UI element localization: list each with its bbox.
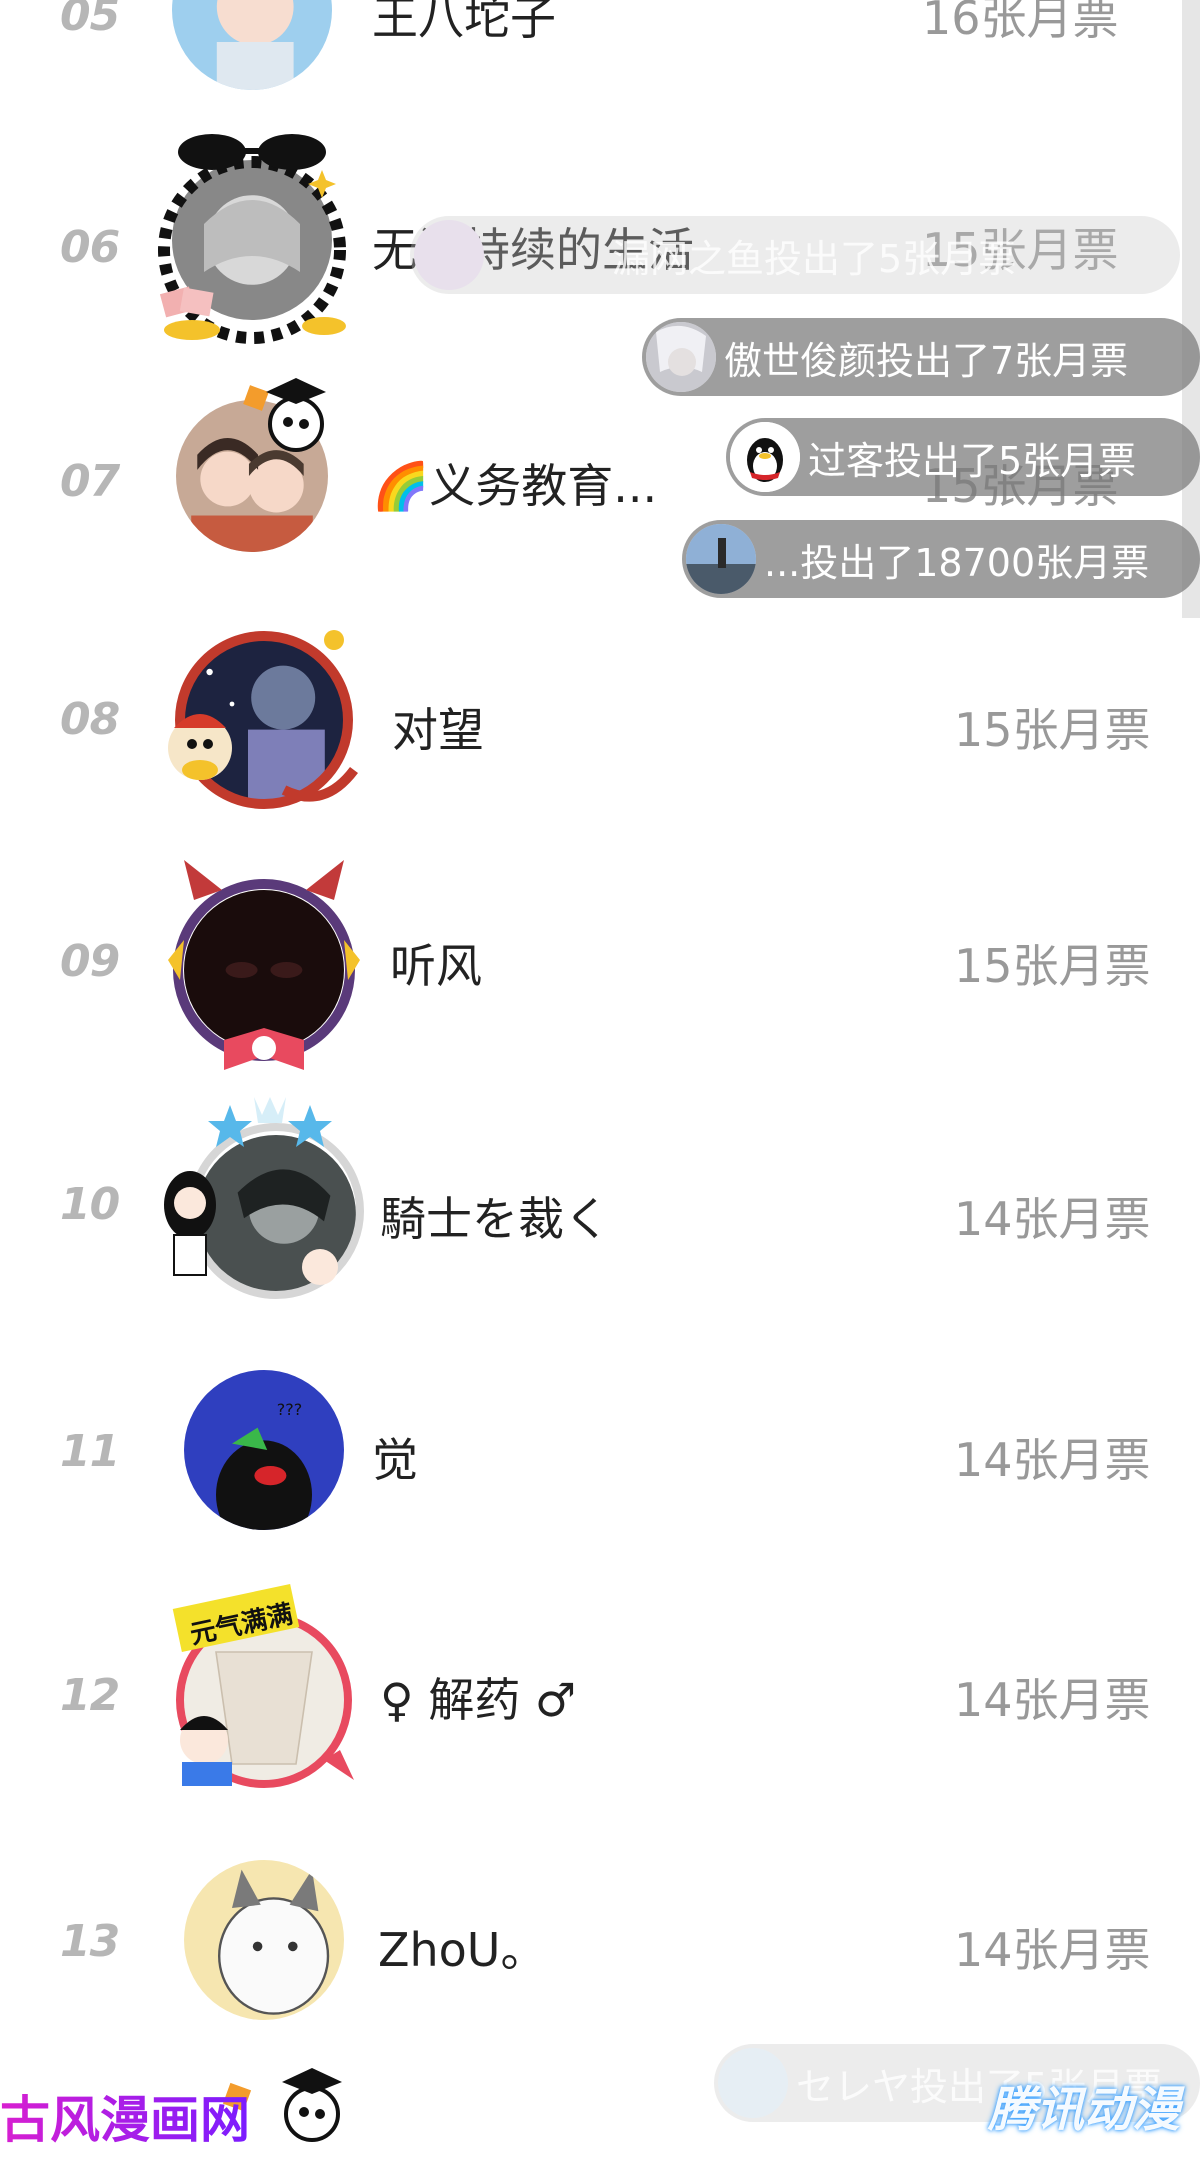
- avatar[interactable]: [172, 160, 332, 320]
- avatar[interactable]: [184, 1620, 344, 1780]
- rank-number: 13: [60, 1916, 120, 1967]
- watermark-gufeng: 古风漫画网: [0, 2080, 250, 2152]
- rank-number: 12: [60, 1670, 120, 1721]
- bubble-avatar: [718, 2048, 788, 2118]
- user-name[interactable]: 🌈义务教育...: [372, 450, 657, 516]
- bubble-avatar: [646, 322, 716, 392]
- avatar[interactable]: [176, 400, 328, 552]
- rank-number: 11: [60, 1426, 120, 1477]
- vote-count: 16张月票: [922, 0, 1119, 45]
- qq-penguin-icon: [730, 422, 800, 492]
- rank-number: 10: [60, 1179, 120, 1230]
- vote-count: 14张月票: [954, 1433, 1151, 1487]
- bubble-avatar: [686, 524, 756, 594]
- rank-number: 09: [60, 936, 120, 987]
- rank-number: 07: [60, 456, 120, 507]
- user-name[interactable]: ZhoU。: [378, 1914, 546, 1980]
- avatar[interactable]: [184, 890, 344, 1050]
- vote-count: 14张月票: [954, 1923, 1151, 1977]
- vote-count: 15张月票: [954, 703, 1151, 757]
- avatar[interactable]: ???: [184, 1370, 344, 1530]
- user-name[interactable]: 觉: [372, 1424, 418, 1490]
- avatar[interactable]: [184, 640, 344, 800]
- bubble-text: 漏网之鱼投出了5张月票: [612, 236, 1017, 281]
- vote-bubble: 过客投出了5张月票: [726, 418, 1200, 496]
- bubble-avatar: [414, 220, 484, 290]
- vote-count: 14张月票: [954, 1192, 1151, 1246]
- user-name[interactable]: ♀ 解药 ♂: [380, 1664, 576, 1730]
- rank-number: 06: [60, 222, 120, 273]
- scrollbar[interactable]: [1182, 0, 1200, 618]
- rank-number: 05: [60, 0, 120, 41]
- avatar[interactable]: [184, 1860, 344, 2020]
- avatar[interactable]: [196, 1135, 356, 1295]
- bubble-text: 过客投出了5张月票: [808, 438, 1137, 483]
- vote-count: 14张月票: [954, 1673, 1151, 1727]
- watermark-tencent: 腾讯动漫: [988, 2082, 1181, 2138]
- rank-number: 08: [60, 694, 120, 745]
- vote-bubble: ...投出了18700张月票: [682, 520, 1200, 598]
- vote-count: 15张月票: [954, 939, 1151, 993]
- vote-bubble: 漏网之鱼投出了5张月票: [410, 216, 1180, 294]
- bubble-text: ...投出了18700张月票: [764, 540, 1150, 585]
- bubble-text: 傲世俊颜投出了7张月票: [724, 338, 1129, 383]
- user-name[interactable]: 王八坨子: [372, 0, 556, 48]
- user-name[interactable]: 听风: [390, 930, 482, 996]
- user-name[interactable]: 对望: [392, 694, 484, 760]
- avatar[interactable]: [172, 0, 332, 90]
- svg-text:???: ???: [277, 1400, 302, 1419]
- user-name[interactable]: 騎士を裁く: [380, 1183, 610, 1249]
- vote-bubble: 傲世俊颜投出了7张月票: [642, 318, 1200, 396]
